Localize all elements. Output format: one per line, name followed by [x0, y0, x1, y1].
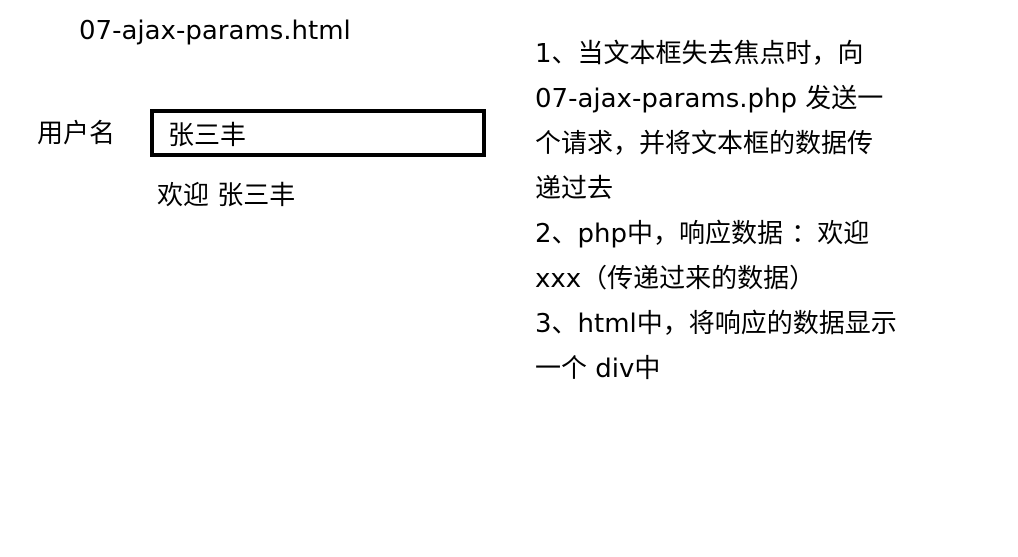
instruction-line: xxx（传递过来的数据） [535, 264, 816, 294]
instruction-line: 3、html中，将响应的数据显示 [535, 309, 897, 339]
username-input[interactable] [150, 109, 486, 157]
page-title: 07-ajax-params.html [79, 16, 351, 46]
instruction-line: 一个 div中 [535, 354, 661, 384]
username-label: 用户名 [37, 119, 116, 149]
instruction-line: 2、php中，响应数据 ：欢迎 [535, 219, 870, 249]
instruction-line: 递过去 [535, 174, 614, 204]
instruction-line: 1、当文本框失去焦点时，向 [535, 39, 864, 69]
instruction-line: 07-ajax-params.php 发送一 [535, 84, 884, 114]
instructions-panel: 1、当文本框失去焦点时，向 07-ajax-params.php 发送一 个请求… [535, 32, 955, 392]
instruction-line: 个请求，并将文本框的数据传 [535, 129, 874, 159]
welcome-message: 欢迎 张三丰 [157, 181, 296, 211]
